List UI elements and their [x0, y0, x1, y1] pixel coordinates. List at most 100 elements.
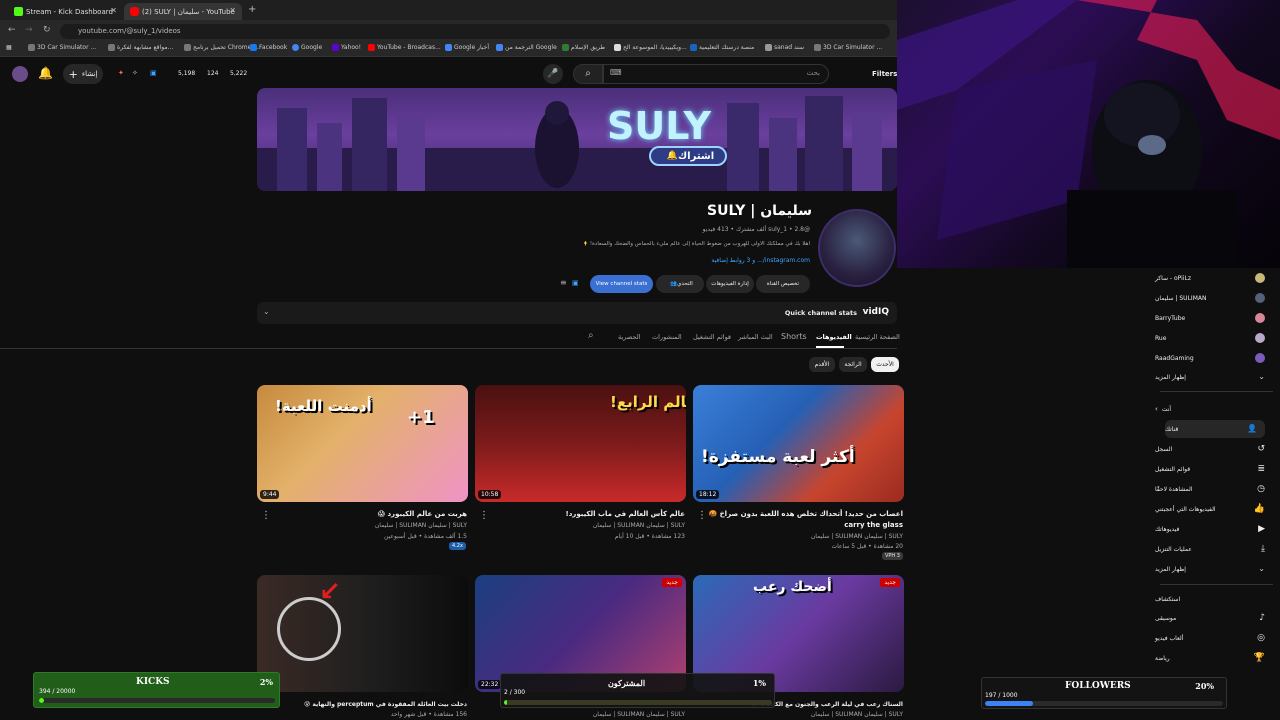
tab-home[interactable]: الصفحة الرئيسية	[855, 333, 900, 341]
bookmark-item[interactable]: تحميل برنامج Chrome ...	[184, 44, 259, 51]
sort-latest-chip[interactable]: الأحدث	[871, 357, 899, 372]
bookmark-item[interactable]: 3D Car Simulator ...	[814, 44, 882, 51]
sidebar-sub-item[interactable]: oPiiLz - ساكر	[1155, 269, 1273, 287]
video-title[interactable]: هربت من عالم الكيبورد 😱	[264, 509, 467, 520]
keyboard-icon[interactable]: ⌨	[610, 68, 622, 77]
sidebar-item-history[interactable]: السجل ↺	[1155, 440, 1273, 458]
menu-icon[interactable]: ≡	[560, 278, 567, 287]
sidebar-item-your-videos[interactable]: فيديوهاتك ▶	[1155, 520, 1273, 538]
create-button[interactable]: + إنشاء	[63, 64, 103, 84]
back-icon[interactable]: ←	[8, 25, 16, 35]
subscribers-goal-widget: المشتركون 1% 2 / 300	[500, 673, 775, 708]
channel-links[interactable]: instagram.com/... و 3 روابط إضافية	[700, 257, 810, 264]
sidebar-you-header[interactable]: أنت ›	[1155, 400, 1273, 418]
sidebar-item-sports[interactable]: رياضة 🏆	[1155, 649, 1273, 667]
bookmark-item[interactable]: sanad سند	[765, 44, 804, 51]
channel-name: سليمان | SULY	[707, 203, 812, 219]
avatar[interactable]	[12, 66, 28, 82]
new-tab-icon[interactable]: +	[248, 4, 256, 15]
tab-videos[interactable]: الفيديوهات	[816, 333, 852, 341]
video-title[interactable]: دخلت بيت العائلة المفقودة في perceptum و…	[264, 699, 467, 710]
chevron-down-icon[interactable]: ⌄	[263, 307, 270, 316]
video-channel[interactable]: SULY | سليمان SULIMAN | سليمان	[700, 533, 903, 540]
video-channel[interactable]: SULY | سليمان SULIMAN | سليمان	[264, 522, 467, 529]
bookmark-item[interactable]: YouTube - Broadcas...	[368, 44, 441, 51]
mic-icon[interactable]: 🎤	[543, 64, 563, 84]
video-thumbnail[interactable]: العالم الرابع! 10:58	[475, 385, 686, 502]
apps-icon[interactable]: ▦	[6, 44, 12, 51]
video-title[interactable]: عالم كأس العالم في ماب الكيبورد!	[482, 509, 685, 520]
search-icon[interactable]: ⌕	[573, 64, 603, 84]
sidebar-item-downloads[interactable]: عمليات التنزيل ⤓	[1155, 540, 1273, 558]
vidiq-brand: vidIQ	[862, 307, 889, 317]
video-channel[interactable]: SULY | سليمان SULIMAN | سليمان	[482, 711, 685, 718]
sidebar-show-more[interactable]: إظهار المزيد ⌄	[1155, 368, 1273, 386]
tab-posts[interactable]: المنشورات	[652, 333, 682, 341]
notifications-icon[interactable]: 🔔	[38, 66, 54, 82]
sort-oldest-chip[interactable]: الأقدم	[809, 357, 835, 372]
sidebar-sub-item[interactable]: SULIMAN | سليمان	[1155, 289, 1273, 307]
bookmark-item[interactable]: ويكيبيديا، الموسوعة الح...	[614, 44, 687, 51]
sidebar-item-show-more[interactable]: إظهار المزيد ⌄	[1155, 560, 1273, 578]
bookmark-item[interactable]: Facebook	[250, 44, 287, 51]
bookmark-item[interactable]: Yahoo!	[332, 44, 361, 51]
sidebar-sub-item[interactable]: Rue	[1155, 329, 1273, 347]
sidebar-item-playlists[interactable]: قوائم التشغيل ≣	[1155, 460, 1273, 478]
sidebar-sub-item[interactable]: RaadGaming	[1155, 349, 1273, 367]
video-thumbnail[interactable]: ↙	[257, 575, 468, 692]
video-title[interactable]: اعصاب من حديد! أتحداك تخلص هذه اللعبة بد…	[700, 509, 903, 531]
bookmark-item[interactable]: Google	[292, 44, 322, 51]
reload-icon[interactable]: ↻	[43, 25, 51, 35]
extension-icon[interactable]: ✧	[132, 69, 138, 77]
video-thumbnail[interactable]: أدمنت اللعبة! +1 9:44	[257, 385, 468, 502]
tab-playlists[interactable]: قوائم التشغيل	[693, 333, 731, 341]
sidebar-item-gaming[interactable]: ألعاب فيديو ◎	[1155, 629, 1273, 647]
vph-badge: VPH 3	[882, 552, 903, 560]
sidebar-item-watch-later[interactable]: المشاهدة لاحقًا ◷	[1155, 480, 1273, 498]
tab-youtube[interactable]: (2) SULY | سليمان - YouTube ✕	[124, 3, 242, 20]
video-channel[interactable]: SULY | سليمان SULIMAN | سليمان	[700, 711, 903, 718]
sidebar-item-music[interactable]: موسيقى ♪	[1155, 609, 1273, 627]
video-channel[interactable]: SULY | سليمان SULIMAN | سليمان	[482, 522, 685, 529]
bookmark-item[interactable]: طريق الإسلام	[562, 44, 605, 51]
video-thumbnail[interactable]: أكثر لعبة مستفزة! 18:12	[693, 385, 904, 502]
challenge-button[interactable]: 👥 التحدي	[656, 275, 704, 293]
sidebar-explore-header: استكشاف	[1155, 595, 1181, 603]
tab-exclusive[interactable]: الحصرية	[618, 333, 641, 341]
customize-channel-button[interactable]: تخصيص القناة	[756, 275, 810, 293]
filters-button[interactable]: Filters	[872, 70, 897, 78]
search-input[interactable]: بحث ⌨	[603, 64, 829, 84]
bookmark-item[interactable]: Google أخبار	[445, 44, 489, 51]
channel-avatar[interactable]	[818, 209, 896, 287]
bookmark-item[interactable]: 3D Car Simulator ...	[28, 44, 96, 51]
more-options-icon[interactable]: ⋮	[261, 510, 271, 521]
url-field[interactable]: youtube.com/@suly_1/videos	[60, 24, 890, 39]
vidiq-small-icon[interactable]: ▣	[572, 279, 579, 287]
tab-live[interactable]: البث المباشر	[738, 333, 773, 341]
close-icon[interactable]: ✕	[110, 6, 117, 15]
more-options-icon[interactable]: ⋮	[697, 510, 707, 521]
sidebar-item-liked[interactable]: الفيديوهات التي أعجبتني 👍	[1155, 500, 1273, 518]
vidiq-icon[interactable]: ✦	[118, 69, 124, 77]
more-options-icon[interactable]: ⋮	[479, 510, 489, 521]
bookmark-item[interactable]: مواقع مشابهة لفكرة...	[108, 44, 173, 51]
channel-description[interactable]: أهلاً بك في مملكتك الأولى للهروب من ضغوط…	[584, 241, 810, 247]
thumbs-up-icon: 👍	[1253, 504, 1265, 514]
sidebar-sub-item[interactable]: BarryTube	[1155, 309, 1273, 327]
vidiq-bar[interactable]: vidIQ Quick channel stats ⌄	[257, 302, 897, 324]
bookmark-item[interactable]: منصة درستك التعليمية	[690, 44, 754, 51]
manage-videos-button[interactable]: إدارة الفيديوهات	[706, 275, 754, 293]
music-icon: ♪	[1259, 613, 1265, 623]
kicks-progress-bar	[39, 698, 275, 703]
tab-shorts[interactable]: Shorts	[781, 332, 807, 341]
chevron-down-icon: ⌄	[1258, 372, 1265, 381]
tab-kick-dashboard[interactable]: Stream - Kick Dashboard ✕	[8, 3, 123, 20]
sort-popular-chip[interactable]: الرائجة	[839, 357, 867, 372]
search-icon[interactable]: ⌕	[588, 330, 594, 341]
view-channel-stats-button[interactable]: View channel stats	[590, 275, 653, 293]
close-icon[interactable]: ✕	[229, 6, 236, 15]
sidebar-item-your-channel[interactable]: قناتك 👤	[1165, 420, 1265, 438]
bookmark-item[interactable]: الترجمة من Google	[496, 44, 557, 51]
subscribers-progress-bar	[504, 700, 772, 705]
forward-icon[interactable]: →	[25, 25, 33, 35]
